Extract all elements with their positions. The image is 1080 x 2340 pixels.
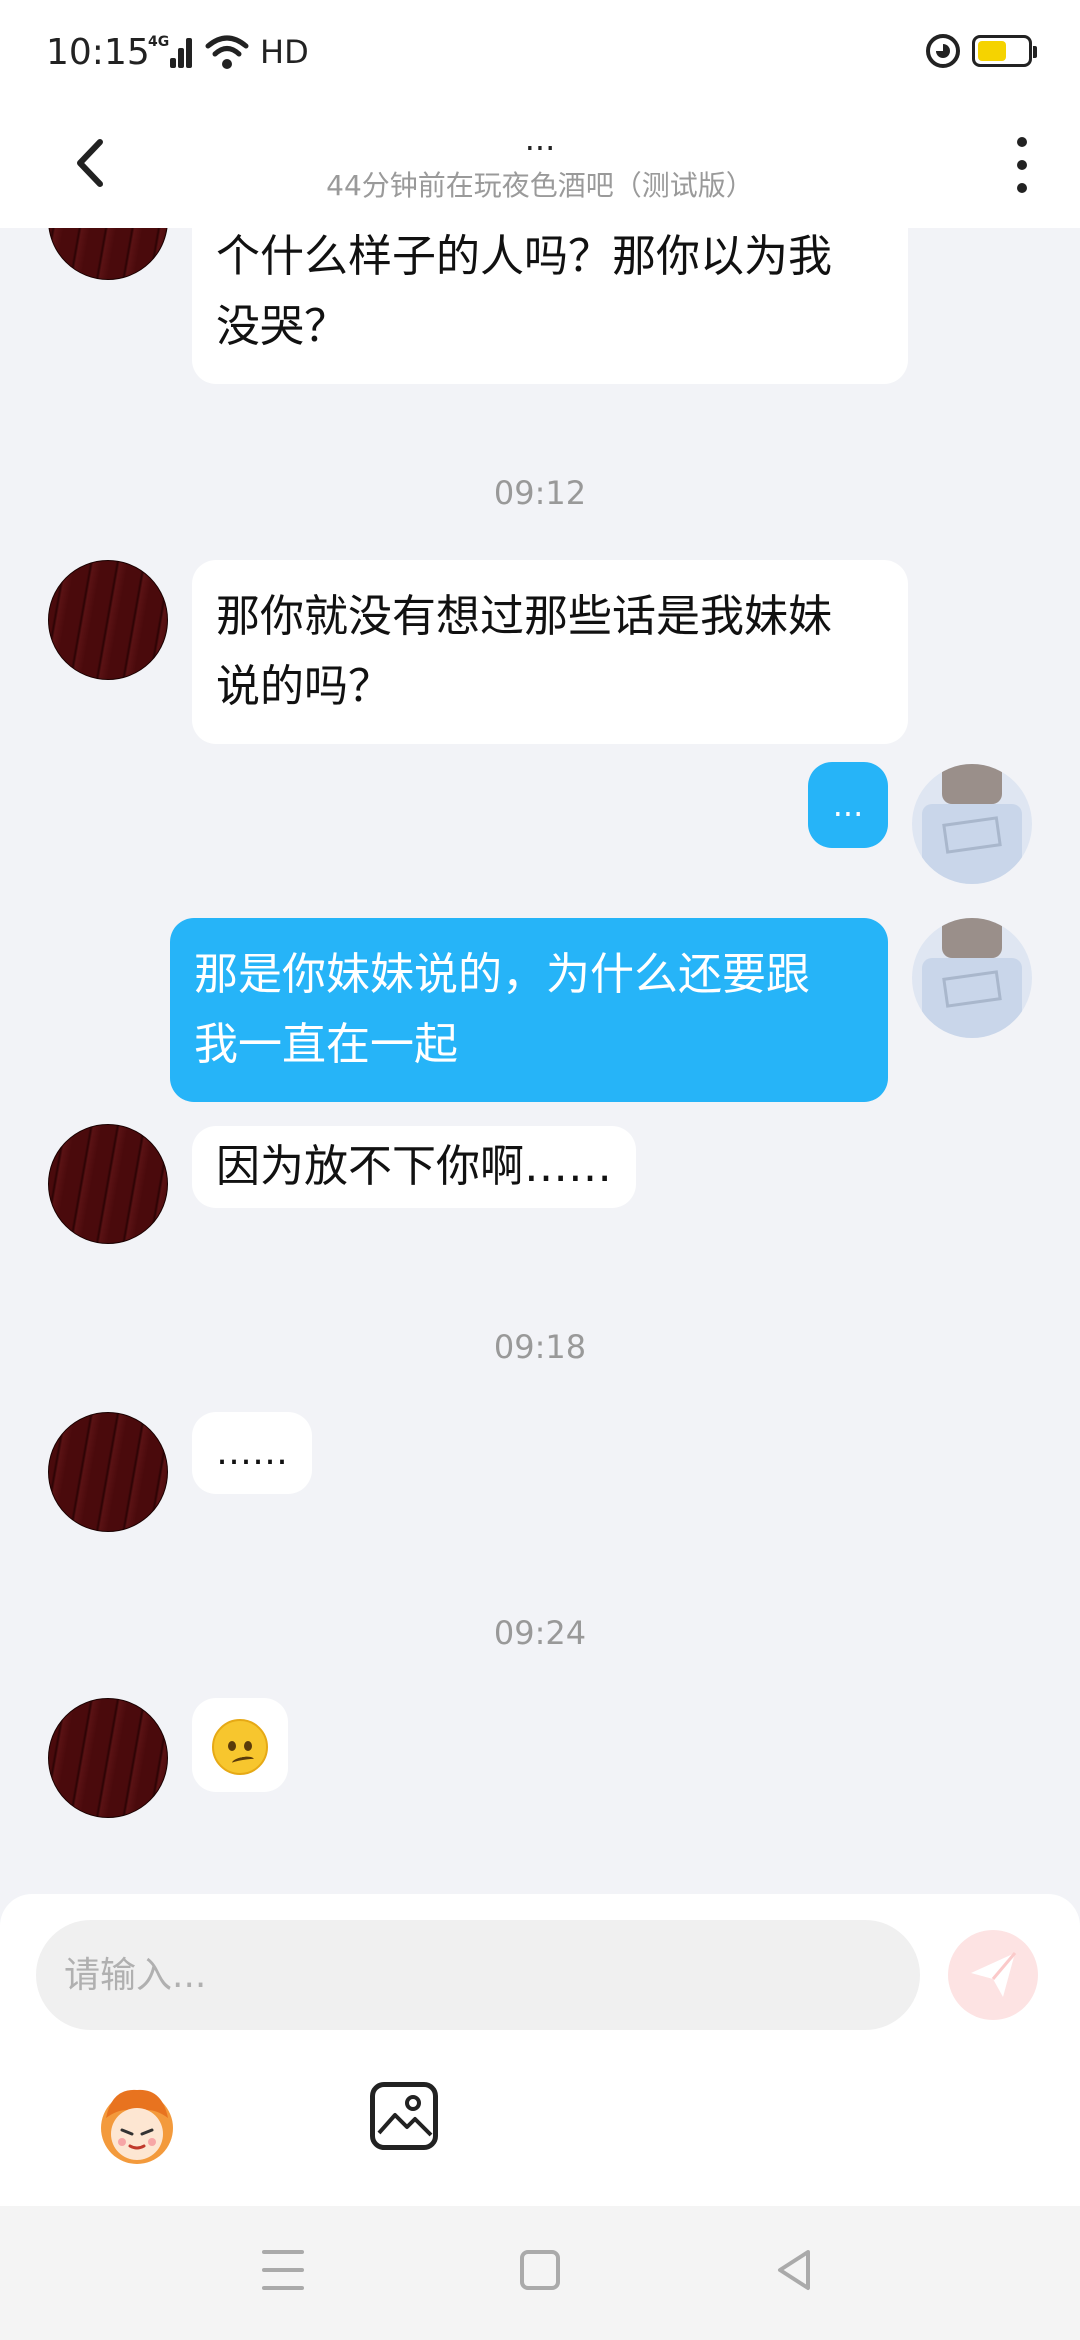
contact-avatar[interactable] <box>48 1698 168 1818</box>
message-bubble-received[interactable]: 那你就没有想过那些话是我妹妹 说的吗？ <box>192 560 908 744</box>
message-text: 那是你妹妹说的，为什么还要跟 <box>194 949 810 1000</box>
chat-header: ... 44分钟前在玩夜色酒吧（测试版） <box>0 108 1080 228</box>
image-icon <box>377 2095 433 2137</box>
message-text: 说的吗？ <box>216 661 392 712</box>
timestamp: 09:24 <box>493 1614 587 1652</box>
status-bar: 10:15 4G HD <box>0 0 1080 108</box>
confused-face-icon <box>212 1719 268 1775</box>
message-text: 没哭？ <box>216 301 348 352</box>
message-input[interactable] <box>36 1920 920 2030</box>
contact-avatar[interactable] <box>48 1124 168 1244</box>
send-button[interactable] <box>948 1930 1038 2020</box>
message-text: 我一直在一起 <box>194 1019 458 1070</box>
more-dot <box>1017 159 1027 170</box>
my-avatar[interactable] <box>912 918 1032 1038</box>
mascot-sticker-icon[interactable] <box>92 2078 182 2168</box>
message-text: …… <box>216 1432 288 1473</box>
signal-icon: 4G <box>148 32 194 72</box>
battery-icon <box>972 35 1037 67</box>
timestamp: 09:18 <box>493 1328 587 1366</box>
status-icons-right <box>926 34 1037 68</box>
message-text: 个什么样子的人吗？那你以为我 <box>216 231 832 282</box>
message-text: ... <box>832 786 864 824</box>
status-icons-left: 4G HD <box>148 32 309 72</box>
timestamp: 09:12 <box>493 474 587 512</box>
network-label: 4G <box>148 34 170 50</box>
message-bubble-received[interactable]: 因为放不下你啊…… <box>192 1126 636 1208</box>
message-bubble-sent[interactable]: 那是你妹妹说的，为什么还要跟 我一直在一起 <box>170 918 888 1102</box>
message-text: 因为放不下你啊…… <box>216 1141 612 1192</box>
contact-status: 44分钟前在玩夜色酒吧（测试版） <box>326 169 754 202</box>
contact-avatar[interactable] <box>48 1412 168 1532</box>
contact-name: ... <box>524 120 556 158</box>
message-bubble-received[interactable]: 个什么样子的人吗？那你以为我 没哭？ <box>192 228 908 384</box>
image-picker-button[interactable] <box>370 2082 438 2150</box>
system-nav-bar <box>0 2206 1080 2340</box>
more-dot <box>1017 136 1027 147</box>
message-bubble-sent[interactable]: ... <box>808 762 888 848</box>
send-icon <box>971 1952 1017 1997</box>
wifi-icon <box>205 35 249 69</box>
menu-icon[interactable] <box>262 2250 304 2290</box>
message-text: 那你就没有想过那些话是我妹妹 <box>216 591 832 642</box>
message-bubble-received[interactable] <box>192 1698 288 1792</box>
status-time: 10:15 <box>46 32 150 73</box>
input-panel <box>0 1894 1080 2206</box>
message-bubble-received[interactable]: …… <box>192 1412 312 1494</box>
home-square-icon[interactable] <box>520 2250 560 2290</box>
contact-avatar[interactable] <box>48 228 168 280</box>
my-avatar[interactable] <box>912 764 1032 884</box>
back-triangle-icon[interactable] <box>774 2248 814 2292</box>
more-dot <box>1017 183 1027 194</box>
do-not-disturb-icon <box>926 34 960 68</box>
contact-avatar[interactable] <box>48 560 168 680</box>
hd-label: HD <box>260 33 309 71</box>
more-options-button[interactable] <box>1002 130 1042 200</box>
chat-area[interactable]: 个什么样子的人吗？那你以为我 没哭？ 09:12 那你就没有想过那些话是我妹妹 … <box>0 228 1080 1894</box>
